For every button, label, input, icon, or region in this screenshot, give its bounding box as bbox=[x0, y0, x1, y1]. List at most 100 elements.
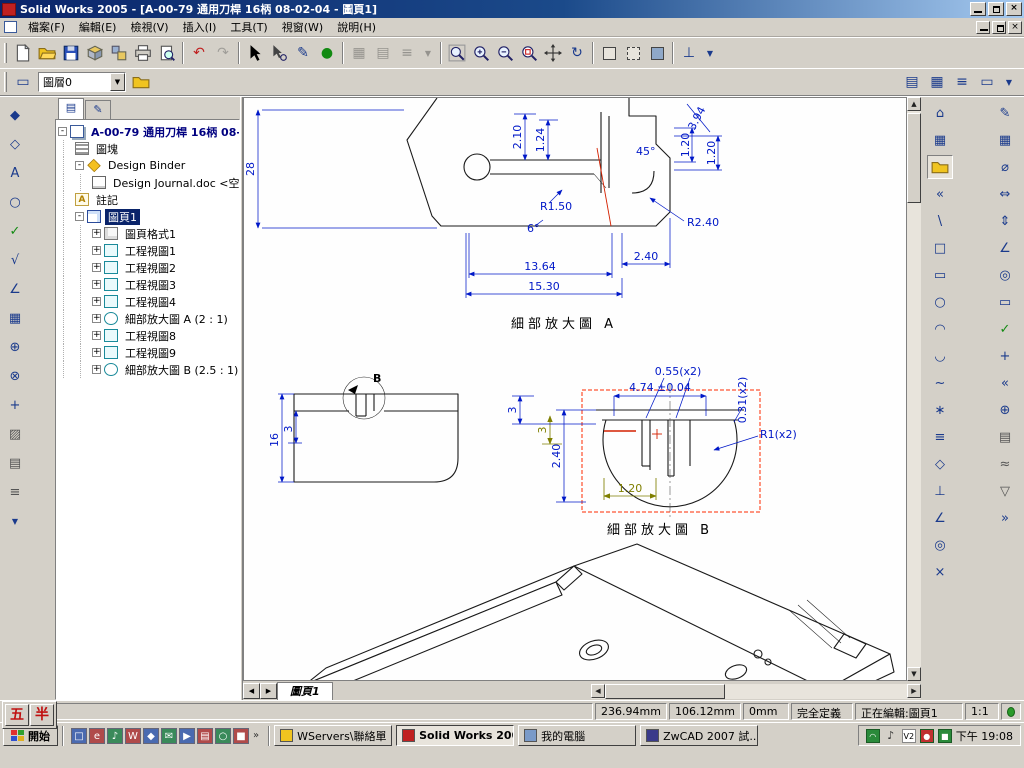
ime-width-button[interactable]: 半 bbox=[30, 704, 54, 726]
restore-button[interactable] bbox=[988, 2, 1004, 16]
wireframe-button[interactable] bbox=[597, 41, 621, 65]
quicklaunch-desktop-icon[interactable]: □ bbox=[71, 727, 87, 744]
task-my-computer[interactable]: 我的電腦 bbox=[518, 725, 637, 746]
note-button[interactable]: ◇ bbox=[3, 132, 27, 156]
child-restore-button[interactable] bbox=[992, 20, 1006, 34]
layer-combobox[interactable]: 圖層0 ▼ bbox=[38, 72, 126, 92]
angle-dim-button[interactable]: ∠ bbox=[992, 236, 1018, 260]
menu-window[interactable]: 視窗(W) bbox=[275, 17, 330, 37]
dimension-2-10[interactable]: 2.10 bbox=[511, 125, 524, 150]
balloon-button[interactable]: ○ bbox=[3, 190, 27, 214]
dimension-1-24[interactable]: 1.24 bbox=[534, 128, 547, 153]
close-button[interactable]: × bbox=[1006, 2, 1022, 16]
vertical-scrollbar[interactable]: ▲ ▼ bbox=[907, 97, 921, 681]
quicklaunch-tool-icon[interactable]: ○ bbox=[215, 727, 231, 744]
polygon-button[interactable]: ◇ bbox=[927, 452, 953, 476]
expand-toggle[interactable]: + bbox=[92, 246, 101, 255]
expand-toggle[interactable]: + bbox=[92, 263, 101, 272]
tree-root[interactable]: - A-00-79 通用刀桿 16柄 08-02-04 bbox=[58, 123, 239, 140]
text-button[interactable]: A bbox=[3, 161, 27, 185]
render-button[interactable]: ● bbox=[315, 41, 339, 65]
spell-check-button[interactable]: ✓ bbox=[3, 219, 27, 243]
expand-toggle[interactable]: + bbox=[92, 297, 101, 306]
wave-button[interactable]: ≈ bbox=[992, 452, 1018, 476]
tree-item-view4[interactable]: + 工程視圖4 bbox=[58, 293, 237, 310]
dimension-1-20-olive[interactable]: 1.20 bbox=[618, 482, 643, 495]
geometric-tolerance-button[interactable]: ▦ bbox=[3, 306, 27, 330]
horizontal-scrollbar[interactable]: ◀ ▶ bbox=[591, 683, 921, 699]
save-button[interactable] bbox=[59, 41, 83, 65]
dimension-6deg[interactable]: 6° bbox=[527, 222, 540, 235]
datum-target-button[interactable]: ⊗ bbox=[3, 364, 27, 388]
dimension-3-blue[interactable]: 3 bbox=[506, 407, 519, 414]
toolbar-grip[interactable] bbox=[4, 43, 7, 63]
minimize-button[interactable] bbox=[970, 2, 986, 16]
shield-icon[interactable]: ■ bbox=[937, 728, 952, 743]
dimension-45deg[interactable]: 45° bbox=[636, 145, 656, 158]
collapse-toolbar-button[interactable]: « bbox=[992, 371, 1018, 395]
next-sheet-button[interactable]: ▶ bbox=[260, 683, 277, 699]
quicklaunch-browser-icon[interactable]: e bbox=[89, 727, 105, 744]
tree-item-view8[interactable]: + 工程視圖8 bbox=[58, 327, 237, 344]
task-solidworks[interactable]: Solid Works 2005 -... bbox=[396, 725, 515, 746]
dimension-r2-40[interactable]: R2.40 bbox=[687, 216, 719, 229]
vertical-dim-button[interactable]: ⇕ bbox=[992, 209, 1018, 233]
menu-view[interactable]: 檢視(V) bbox=[123, 17, 175, 37]
open-docs-button[interactable] bbox=[927, 155, 953, 179]
expand-toggle[interactable]: + bbox=[92, 348, 101, 357]
dimension-3-olive[interactable]: 3 bbox=[536, 427, 549, 434]
surface-finish-button[interactable]: √ bbox=[3, 248, 27, 272]
drawing-sheet[interactable]: .k{stroke:#1a1a1a;stroke-width:1.1;fill:… bbox=[243, 97, 907, 681]
center-point-button[interactable]: ⊕ bbox=[992, 398, 1018, 422]
dimension-16[interactable]: 16 bbox=[268, 433, 281, 447]
sketch-button[interactable]: ✎ bbox=[291, 41, 315, 65]
zoom-in-out-button[interactable] bbox=[493, 41, 517, 65]
dimension-4-74[interactable]: 4.74 ±0.04 bbox=[629, 381, 691, 394]
weld-symbol-button[interactable]: ∠ bbox=[3, 277, 27, 301]
rectangle-button[interactable]: □ bbox=[927, 236, 953, 260]
select-button[interactable] bbox=[243, 41, 267, 65]
grid-button[interactable]: ▦ bbox=[927, 128, 953, 152]
make-part-button[interactable] bbox=[83, 41, 107, 65]
tab-propertymanager[interactable]: ✎ bbox=[85, 100, 111, 119]
task-zwcad[interactable]: ZwCAD 2007 試... bbox=[640, 725, 759, 746]
circle-button[interactable]: ○ bbox=[927, 290, 953, 314]
new-file-button[interactable] bbox=[11, 41, 35, 65]
tree-item-sheet1[interactable]: - 圖頁1 bbox=[58, 208, 237, 225]
redo-button[interactable]: ↷ bbox=[211, 41, 235, 65]
volume-icon[interactable]: ♪ bbox=[883, 728, 898, 743]
scrollbar-thumb[interactable] bbox=[605, 683, 725, 699]
toolbar-overflow-button[interactable]: ▼ bbox=[3, 509, 27, 533]
dimension-1-20-b[interactable]: 1.20 bbox=[705, 141, 718, 166]
expand-toggle[interactable]: - bbox=[58, 127, 67, 136]
toolbar-grip[interactable] bbox=[4, 72, 7, 92]
status-editing[interactable]: 正在編輯:圖頁1 bbox=[855, 703, 963, 720]
parallelogram-button[interactable]: ▭ bbox=[927, 263, 953, 287]
tree-item-design-journal[interactable]: Design Journal.doc <空白> bbox=[58, 174, 239, 191]
dimension-r1[interactable]: R1(x2) bbox=[760, 428, 797, 441]
quicklaunch-overflow-icon[interactable]: » bbox=[251, 730, 261, 741]
centerline-button[interactable]: ≡ bbox=[927, 425, 953, 449]
scroll-down-button[interactable]: ▼ bbox=[907, 667, 921, 681]
dimension-1-20-a[interactable]: 1.20 bbox=[679, 133, 692, 158]
menu-file[interactable]: 檔案(F) bbox=[21, 17, 72, 37]
print-button[interactable] bbox=[131, 41, 155, 65]
datum-feature-button[interactable]: ⊕ bbox=[3, 335, 27, 359]
line-button[interactable]: \ bbox=[927, 209, 953, 233]
sketch-edit-button[interactable]: ✎ bbox=[992, 101, 1018, 125]
line-format-button[interactable]: ≡ bbox=[950, 70, 974, 94]
dimension-28[interactable]: 28 bbox=[244, 162, 257, 176]
zoom-area-button[interactable] bbox=[469, 41, 493, 65]
sheet-format-button[interactable]: ▤ bbox=[900, 70, 924, 94]
perpendicular-button[interactable]: ⊥ bbox=[927, 479, 953, 503]
ime-icon[interactable]: V2 bbox=[901, 728, 916, 743]
tree-item-view3[interactable]: + 工程視圖3 bbox=[58, 276, 237, 293]
scroll-up-button[interactable]: ▲ bbox=[907, 97, 921, 111]
undo-button[interactable]: ↶ bbox=[187, 41, 211, 65]
spline-button[interactable]: ~ bbox=[927, 371, 953, 395]
block-button[interactable]: ▤ bbox=[3, 451, 27, 475]
status-tray-icon[interactable]: ● bbox=[919, 728, 934, 743]
table-insert-button[interactable]: ▤ bbox=[992, 425, 1018, 449]
tree-item-annotations[interactable]: A 註記 bbox=[58, 191, 237, 208]
triangle-button[interactable]: ▽ bbox=[992, 479, 1018, 503]
